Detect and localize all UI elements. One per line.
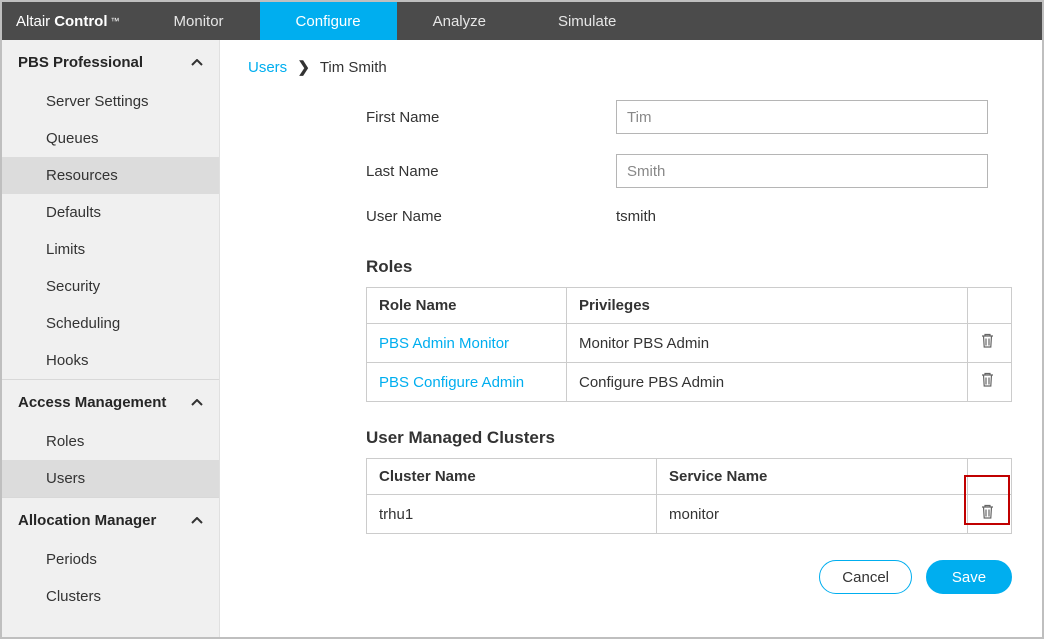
sidebar: PBS Professional Server Settings Queues … — [2, 40, 220, 637]
brand-thin: Altair — [16, 13, 50, 30]
nav-configure[interactable]: Configure — [260, 2, 397, 40]
sidebar-item-scheduling[interactable]: Scheduling — [2, 305, 219, 342]
clusters-header-action — [968, 459, 1012, 495]
sidebar-item-resources[interactable]: Resources — [2, 157, 219, 194]
sidebar-section-allocation[interactable]: Allocation Manager — [2, 497, 219, 541]
sidebar-item-queues[interactable]: Queues — [2, 120, 219, 157]
sidebar-section-title: PBS Professional — [18, 54, 143, 71]
roles-table: Role Name Privileges PBS Admin Monitor M… — [366, 287, 1012, 402]
chevron-up-icon — [191, 517, 203, 525]
brand-bold: Control — [54, 13, 107, 30]
trash-icon[interactable] — [980, 333, 995, 349]
table-row: PBS Configure Admin Configure PBS Admin — [367, 363, 1012, 402]
brand-tm: ™ — [111, 16, 120, 26]
main-content: Users ❯ Tim Smith First Name Last Name U… — [220, 40, 1042, 637]
breadcrumb-sep-icon: ❯ — [297, 59, 310, 76]
roles-header-priv: Privileges — [567, 288, 968, 324]
topbar: Altair Control ™ Monitor Configure Analy… — [2, 2, 1042, 40]
breadcrumb-users-link[interactable]: Users — [248, 59, 287, 76]
trash-icon[interactable] — [980, 504, 995, 520]
roles-title: Roles — [366, 257, 1012, 277]
chevron-up-icon — [191, 59, 203, 67]
breadcrumb: Users ❯ Tim Smith — [248, 58, 1012, 76]
sidebar-item-roles[interactable]: Roles — [2, 423, 219, 460]
sidebar-item-server-settings[interactable]: Server Settings — [2, 83, 219, 120]
brand: Altair Control ™ — [2, 2, 138, 40]
breadcrumb-current: Tim Smith — [320, 59, 387, 76]
role-privilege: Monitor PBS Admin — [567, 324, 968, 363]
clusters-table: Cluster Name Service Name trhu1 monitor — [366, 458, 1012, 534]
first-name-input[interactable] — [616, 100, 988, 134]
sidebar-item-defaults[interactable]: Defaults — [2, 194, 219, 231]
first-name-label: First Name — [366, 109, 616, 126]
last-name-label: Last Name — [366, 163, 616, 180]
cancel-button[interactable]: Cancel — [819, 560, 912, 594]
chevron-up-icon — [191, 399, 203, 407]
save-button[interactable]: Save — [926, 560, 1012, 594]
trash-icon[interactable] — [980, 372, 995, 388]
sidebar-item-users[interactable]: Users — [2, 460, 219, 497]
role-privilege: Configure PBS Admin — [567, 363, 968, 402]
table-row: PBS Admin Monitor Monitor PBS Admin — [367, 324, 1012, 363]
user-name-label: User Name — [366, 208, 616, 225]
sidebar-item-limits[interactable]: Limits — [2, 231, 219, 268]
roles-header-action — [968, 288, 1012, 324]
nav-analyze[interactable]: Analyze — [397, 2, 522, 40]
service-name: monitor — [657, 495, 968, 534]
role-name-link[interactable]: PBS Admin Monitor — [367, 324, 567, 363]
clusters-header-service: Service Name — [657, 459, 968, 495]
roles-header-name: Role Name — [367, 288, 567, 324]
sidebar-item-clusters[interactable]: Clusters — [2, 578, 219, 615]
nav-simulate[interactable]: Simulate — [522, 2, 652, 40]
sidebar-section-title: Allocation Manager — [18, 512, 156, 529]
sidebar-section-access[interactable]: Access Management — [2, 379, 219, 423]
user-name-value: tsmith — [616, 208, 656, 225]
last-name-input[interactable] — [616, 154, 988, 188]
cluster-name: trhu1 — [367, 495, 657, 534]
nav-monitor[interactable]: Monitor — [138, 2, 260, 40]
role-name-link[interactable]: PBS Configure Admin — [367, 363, 567, 402]
sidebar-item-periods[interactable]: Periods — [2, 541, 219, 578]
clusters-title: User Managed Clusters — [366, 428, 1012, 448]
sidebar-item-security[interactable]: Security — [2, 268, 219, 305]
sidebar-section-title: Access Management — [18, 394, 166, 411]
sidebar-section-pbs[interactable]: PBS Professional — [2, 40, 219, 83]
table-row: trhu1 monitor — [367, 495, 1012, 534]
sidebar-item-hooks[interactable]: Hooks — [2, 342, 219, 379]
clusters-header-cluster: Cluster Name — [367, 459, 657, 495]
